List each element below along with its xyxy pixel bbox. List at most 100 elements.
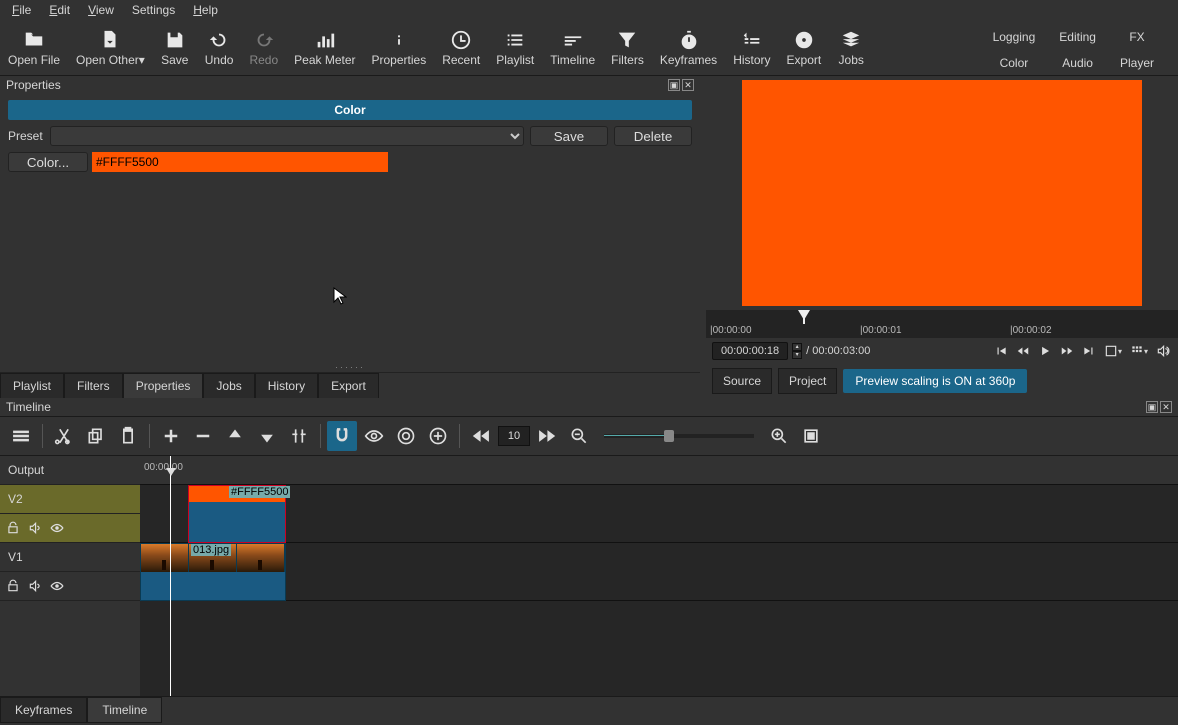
mute-icon[interactable] [28, 579, 42, 593]
layout-color[interactable]: Color [993, 56, 1036, 76]
stopwatch-icon [678, 29, 700, 51]
recent-button[interactable]: Recent [434, 20, 488, 75]
skip-prev-button[interactable] [992, 342, 1010, 360]
snap-button[interactable] [327, 421, 357, 451]
zoom-fit-button[interactable] [796, 421, 826, 451]
layout-editing[interactable]: Editing [1059, 30, 1096, 50]
tab-jobs[interactable]: Jobs [203, 373, 254, 398]
v2-track-lane[interactable]: #FFFF5500 [140, 485, 1178, 543]
tab-filters[interactable]: Filters [64, 373, 123, 398]
source-tab[interactable]: Source [712, 368, 772, 394]
zoom-value-input[interactable] [498, 426, 530, 446]
timecode-spinner[interactable]: ▴▾ [792, 343, 802, 359]
export-button[interactable]: Export [779, 20, 830, 75]
ripple-all-button[interactable] [423, 421, 453, 451]
copy-button[interactable] [81, 421, 111, 451]
properties-button[interactable]: Properties [364, 20, 435, 75]
color-picker-button[interactable]: Color... [8, 152, 88, 172]
zoom-out-button[interactable] [564, 421, 594, 451]
menu-edit[interactable]: Edit [41, 1, 78, 19]
tab-export[interactable]: Export [318, 373, 379, 398]
preview-scaling-notice[interactable]: Preview scaling is ON at 360p [843, 369, 1027, 393]
grid-menu-button[interactable]: ▾ [1128, 342, 1150, 360]
save-button[interactable]: Save [153, 20, 197, 75]
playlist-button[interactable]: Playlist [488, 20, 542, 75]
v1-track-lane[interactable]: 013.jpg [140, 543, 1178, 601]
timeline-playhead[interactable] [170, 456, 171, 696]
timeline-float-icon[interactable]: ▣ [1146, 401, 1158, 413]
history-button[interactable]: History [725, 20, 778, 75]
clip-image[interactable]: 013.jpg [140, 543, 286, 601]
lock-icon[interactable] [6, 521, 20, 535]
layout-fx[interactable]: FX [1120, 30, 1154, 50]
ripple-button[interactable] [391, 421, 421, 451]
rewind-button[interactable] [1014, 342, 1032, 360]
tl-menu-button[interactable] [6, 421, 36, 451]
scrub-tick-1: |00:00:01 [860, 325, 902, 336]
jobs-button[interactable]: Jobs [829, 20, 873, 75]
fastfwd-button[interactable] [1058, 342, 1076, 360]
timeline-button[interactable]: Timeline [542, 20, 603, 75]
menu-file[interactable]: File [4, 1, 39, 19]
remove-button[interactable] [188, 421, 218, 451]
redo-label: Redo [249, 53, 278, 67]
layout-player[interactable]: Player [1120, 56, 1154, 76]
panel-resize-grip[interactable]: ······ [0, 362, 700, 372]
redo-button[interactable]: Redo [241, 20, 286, 75]
scrubber-playhead[interactable] [798, 310, 810, 327]
keyframes-button[interactable]: Keyframes [652, 20, 725, 75]
panel-close-icon[interactable]: ✕ [682, 79, 694, 91]
preview-canvas [742, 80, 1142, 306]
undo-button[interactable]: Undo [197, 20, 242, 75]
preset-save-button[interactable]: Save [530, 126, 608, 146]
menu-view[interactable]: View [80, 1, 122, 19]
bars-icon [314, 29, 336, 51]
player-scrubber[interactable]: |00:00:00 |00:00:01 |00:00:02 [706, 310, 1178, 338]
preset-delete-button[interactable]: Delete [614, 126, 692, 146]
hide-icon[interactable] [50, 579, 64, 593]
track-area[interactable]: 00:00:00 #FFFF5500 013.jpg [140, 456, 1178, 696]
paste-button[interactable] [113, 421, 143, 451]
output-track-header[interactable]: Output [0, 456, 140, 485]
lock-icon[interactable] [6, 579, 20, 593]
tab-keyframes-bottom[interactable]: Keyframes [0, 697, 87, 723]
peak-meter-button[interactable]: Peak Meter [286, 20, 363, 75]
cut-button[interactable] [49, 421, 79, 451]
tab-timeline-bottom[interactable]: Timeline [87, 697, 162, 723]
timeline-ruler[interactable]: 00:00:00 [140, 456, 1178, 485]
play-button[interactable] [1036, 342, 1054, 360]
zoom-forward-button[interactable] [532, 421, 562, 451]
zoom-menu-button[interactable]: ▾ [1102, 342, 1124, 360]
open-other-button[interactable]: Open Other▾ [68, 20, 153, 75]
layout-audio[interactable]: Audio [1059, 56, 1096, 76]
zoom-rewind-button[interactable] [466, 421, 496, 451]
tab-history[interactable]: History [255, 373, 318, 398]
lift-button[interactable] [220, 421, 250, 451]
menu-help[interactable]: Help [185, 1, 226, 19]
zoom-in-button[interactable] [764, 421, 794, 451]
scrub-audio-button[interactable] [359, 421, 389, 451]
current-timecode[interactable]: 00:00:00:18 [712, 342, 788, 360]
tab-properties[interactable]: Properties [123, 373, 204, 398]
timeline-close-icon[interactable]: ✕ [1160, 401, 1172, 413]
hide-icon[interactable] [50, 521, 64, 535]
timeline-panel: Timeline ▣ ✕ Output V2 [0, 398, 1178, 723]
clip-color[interactable]: #FFFF5500 [188, 485, 286, 543]
overwrite-button[interactable] [252, 421, 282, 451]
volume-button[interactable] [1154, 342, 1172, 360]
append-button[interactable] [156, 421, 186, 451]
v2-track-header[interactable]: V2 [0, 485, 140, 514]
layout-logging[interactable]: Logging [993, 30, 1036, 50]
open-file-button[interactable]: Open File [0, 20, 68, 75]
panel-float-icon[interactable]: ▣ [668, 79, 680, 91]
project-tab[interactable]: Project [778, 368, 837, 394]
v1-track-header[interactable]: V1 [0, 543, 140, 572]
split-button[interactable] [284, 421, 314, 451]
skip-next-button[interactable] [1080, 342, 1098, 360]
filters-button[interactable]: Filters [603, 20, 652, 75]
menu-settings[interactable]: Settings [124, 1, 183, 19]
preset-select[interactable] [50, 126, 524, 146]
zoom-slider[interactable] [604, 434, 754, 438]
tab-playlist[interactable]: Playlist [0, 373, 64, 398]
mute-icon[interactable] [28, 521, 42, 535]
